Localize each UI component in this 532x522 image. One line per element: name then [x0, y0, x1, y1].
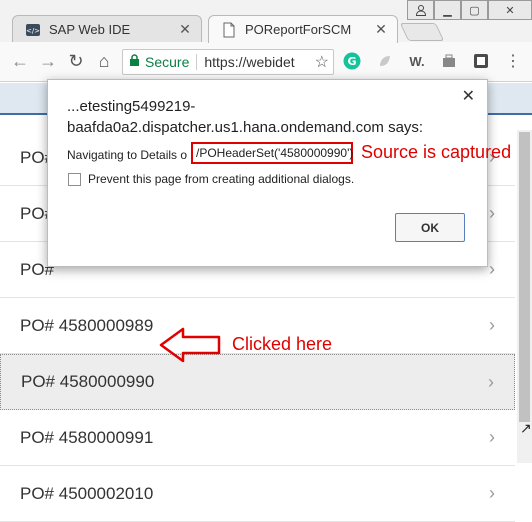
- tab-label: POReportForSCM: [245, 22, 352, 37]
- briefcase-extension-icon[interactable]: [438, 50, 460, 72]
- maximize-icon[interactable]: ▢: [461, 0, 488, 20]
- forward-arrow-icon[interactable]: →: [34, 48, 62, 76]
- grammarly-extension-icon[interactable]: G: [341, 50, 363, 72]
- list-scrollbar[interactable]: [517, 130, 532, 463]
- address-url[interactable]: https://webidet: [204, 54, 314, 70]
- tab-close-icon[interactable]: ✕: [371, 21, 391, 38]
- window-close-icon[interactable]: ✕: [488, 0, 532, 20]
- list-item-label: PO#: [20, 147, 55, 167]
- mouse-cursor-icon: ↗: [520, 420, 532, 436]
- list-item-label: PO# 4580000989: [20, 315, 154, 335]
- source-captured-annotation: Source is captured: [361, 142, 512, 162]
- dialog-heading: ...etesting5499219-baafda0a2.dispatcher.…: [67, 98, 424, 136]
- chevron-right-icon: ›: [489, 259, 495, 279]
- minimize-icon[interactable]: ▁: [434, 0, 461, 20]
- left-arrow-annotation-icon: [159, 327, 221, 363]
- tab-poreportforscm[interactable]: POReportForSCM ✕: [208, 15, 398, 43]
- note-extension-icon[interactable]: [470, 50, 492, 72]
- home-icon[interactable]: ⌂: [90, 48, 118, 76]
- svg-text:G: G: [347, 55, 356, 68]
- list-item-selected[interactable]: PO# 4580000990 ›: [0, 354, 515, 410]
- dialog-message: Navigating to Details o: [67, 148, 188, 162]
- svg-text:</>: </>: [26, 27, 40, 35]
- list-item-label: PO# 4580000991: [20, 427, 154, 447]
- user-profile-icon[interactable]: [407, 0, 434, 20]
- tab-close-icon[interactable]: ✕: [175, 21, 195, 38]
- prevent-dialogs-option[interactable]: Prevent this page from creating addition…: [68, 172, 354, 186]
- clicked-here-annotation: Clicked here: [232, 334, 333, 354]
- w-extension-icon[interactable]: W.: [406, 50, 428, 72]
- chevron-right-icon: ›: [489, 427, 495, 447]
- chevron-right-icon: ›: [489, 483, 495, 503]
- chevron-right-icon: ›: [489, 203, 495, 223]
- sap-web-ide-favicon-icon: </>: [25, 22, 41, 38]
- secure-label: Secure: [145, 54, 190, 70]
- list-item-label: PO# 4500002010: [20, 483, 154, 503]
- prevent-dialogs-label: Prevent this page from creating addition…: [88, 172, 355, 186]
- address-separator: [196, 54, 198, 70]
- tab-label: SAP Web IDE: [49, 22, 131, 37]
- bookmark-star-icon[interactable]: ☆: [315, 52, 329, 72]
- dialog-close-icon[interactable]: ✕: [462, 86, 475, 106]
- prevent-dialogs-checkbox[interactable]: [68, 172, 81, 186]
- source-path-highlight: /POHeaderSet('4580000990'): [191, 142, 353, 164]
- list-item-label: PO# 4580000990: [21, 372, 155, 391]
- address-bar[interactable]: Secure https://webidet ☆: [122, 49, 334, 75]
- window-controls: ▁ ▢ ✕: [407, 0, 532, 20]
- chevron-right-icon: ›: [488, 371, 494, 392]
- leaf-extension-icon[interactable]: [374, 50, 396, 72]
- new-tab-button[interactable]: [399, 23, 445, 41]
- back-arrow-icon[interactable]: ←: [6, 48, 34, 76]
- menu-icon[interactable]: ⋮: [502, 50, 524, 72]
- list-item-label: PO#: [20, 259, 55, 279]
- tab-strip: </> SAP Web IDE ✕ POReportForSCM ✕ ▁ ▢ ✕: [0, 0, 532, 43]
- tab-sap-web-ide[interactable]: </> SAP Web IDE ✕: [12, 15, 202, 43]
- reload-icon[interactable]: ↻: [62, 48, 90, 76]
- alert-dialog: ...etesting5499219-baafda0a2.dispatcher.…: [47, 79, 488, 267]
- list-item[interactable]: PO# 4580000991 ›: [0, 410, 515, 466]
- ok-button[interactable]: OK: [395, 213, 465, 242]
- list-item-label: PO#: [20, 203, 55, 223]
- list-item[interactable]: PO# 4500002010 ›: [0, 466, 515, 522]
- scrollbar-thumb[interactable]: [519, 132, 530, 422]
- chevron-right-icon: ›: [489, 315, 495, 335]
- lock-icon: [129, 54, 140, 70]
- page-document-icon: [221, 22, 237, 38]
